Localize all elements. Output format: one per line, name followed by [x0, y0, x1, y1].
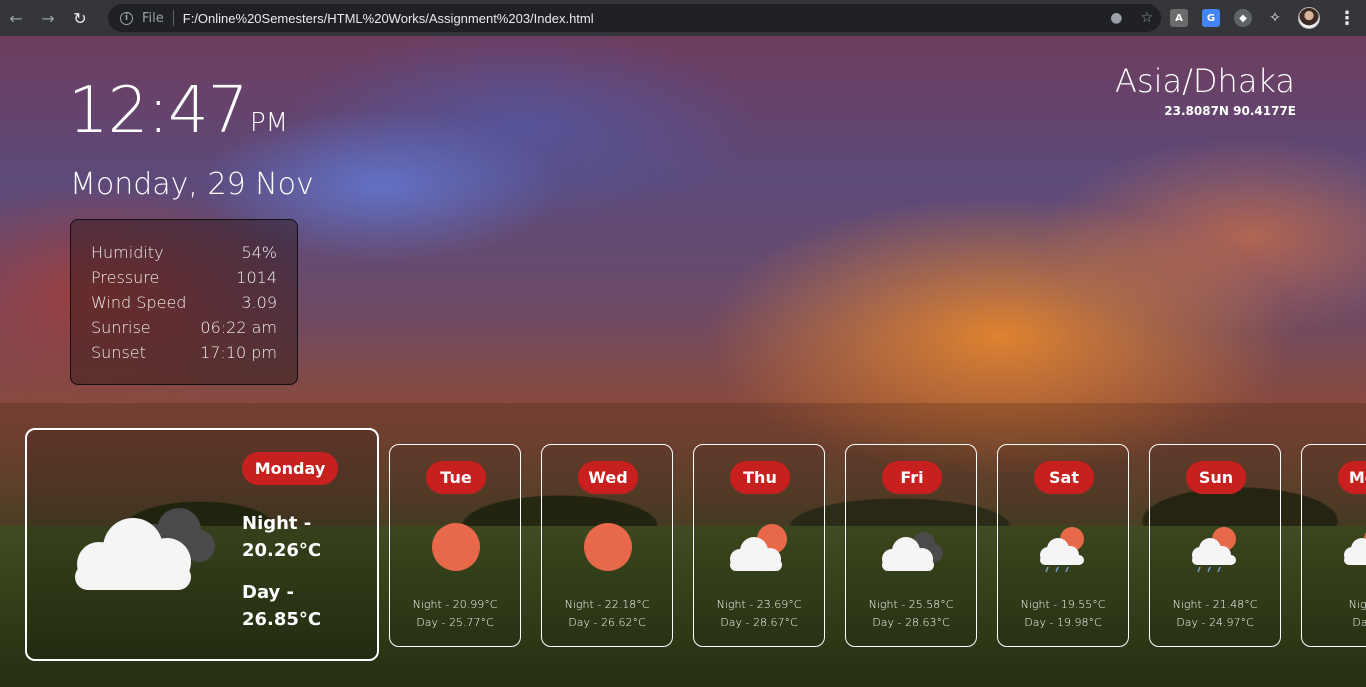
day-pill: Mon [1338, 461, 1366, 494]
forecast-card-fri: Fri Night - 25.58°C Day - 28.63°C [845, 444, 977, 647]
forecast-temps: Night - 22.18°C Day - 26.62°C [542, 596, 672, 632]
rain-icon [1344, 532, 1366, 565]
night-temp: Night - 21.48°C [1172, 598, 1258, 611]
today-day-temp: Day - 26.85°C [242, 582, 322, 630]
day-pill: Thu [730, 461, 790, 494]
profile-avatar[interactable] [1298, 7, 1320, 29]
bookmark-star-icon[interactable]: ☆ [1140, 10, 1153, 26]
detail-label: Sunset [91, 343, 146, 362]
rain-icon [1192, 527, 1236, 573]
detail-label: Sunrise [91, 318, 151, 337]
forecast-temps: Night - 19.55°C Day - 19.98°C [998, 596, 1128, 632]
night-temp: Night - 23.69°C [716, 598, 802, 611]
location-pin-icon[interactable]: ● [1110, 10, 1122, 26]
day-temp: Day - 26.62°C [568, 616, 646, 629]
forecast-temps: Night - Day - [1302, 596, 1366, 632]
day-temp: Day - 19.98°C [1024, 616, 1102, 629]
browser-toolbar: ← → ↻ i File F:/Online%20Semesters/HTML%… [0, 0, 1366, 36]
day-temp: Day - 24.97°C [1176, 616, 1254, 629]
scheme-label: File [142, 10, 164, 26]
day-pill: Wed [578, 461, 638, 494]
day-temp: Day - 28.67°C [720, 616, 798, 629]
day-pill: Sat [1034, 461, 1094, 494]
forecast-card-thu: Thu Night - 23.69°C Day - 28.67°C [693, 444, 825, 647]
cloudy-icon [75, 508, 215, 590]
forecast-temps: Night - 25.58°C Day - 28.63°C [846, 596, 976, 632]
reload-button[interactable]: ↻ [64, 0, 96, 36]
detail-pressure: Pressure 1014 [91, 265, 277, 290]
night-temp: Night - [1348, 598, 1366, 611]
day-pill: Tue [426, 461, 486, 494]
day-pill: Sun [1186, 461, 1246, 494]
day-temp: Day - 25.77°C [416, 616, 494, 629]
today-forecast-card: Monday Night - 20.26°C Day - 26.85°C [25, 428, 379, 661]
current-date: Monday, 29 Nov [70, 167, 314, 202]
clock-ampm: PM [250, 108, 289, 138]
day-temp: Day - 28.63°C [872, 616, 950, 629]
pdf-extension-icon[interactable]: A [1170, 9, 1188, 27]
weather-details-panel: Humidity 54% Pressure 1014 Wind Speed 3.… [70, 219, 298, 385]
back-button[interactable]: ← [0, 0, 32, 36]
coordinates-label: 23.8087N 90.4177E [1164, 104, 1296, 118]
forecast-temps: Night - 21.48°C Day - 24.97°C [1150, 596, 1280, 632]
sun-icon [432, 523, 480, 571]
rain-icon [1040, 527, 1084, 573]
detail-value: 3.09 [241, 293, 277, 312]
forecast-temps: Night - 23.69°C Day - 28.67°C [694, 596, 824, 632]
cloudy-icon [882, 532, 943, 571]
forecast-temps: Night - 20.99°C Day - 25.77°C [390, 596, 520, 632]
night-temp: Night - 25.58°C [868, 598, 954, 611]
address-bar[interactable]: i File F:/Online%20Semesters/HTML%20Work… [108, 4, 1161, 32]
detail-wind-speed: Wind Speed 3.09 [91, 290, 277, 315]
night-temp: Night - 20.99°C [412, 598, 498, 611]
forecast-card-tue: Tue Night - 20.99°C Day - 25.77°C [389, 444, 521, 647]
forecast-card-sun: Sun Night - 21.48°C Day - 24.97°C [1149, 444, 1281, 647]
detail-label: Wind Speed [91, 293, 187, 312]
url-text[interactable]: F:/Online%20Semesters/HTML%20Works/Assig… [183, 11, 594, 26]
day-temp: Day - [1352, 616, 1366, 629]
detail-sunset: Sunset 17:10 pm [91, 340, 277, 365]
today-night-temp: Night - 20.26°C [242, 513, 322, 561]
detail-value: 17:10 pm [200, 343, 277, 362]
forecast-card-mon: Mon Night - Day - [1301, 444, 1366, 647]
forecast-card-sat: Sat Night - 19.55°C Day - 19.98°C [997, 444, 1129, 647]
timezone-label: Asia/Dhaka [1115, 62, 1295, 100]
chrome-menu-icon[interactable]: ⋮ [1338, 8, 1356, 29]
detail-sunrise: Sunrise 06:22 am [91, 315, 277, 340]
shield-extension-icon[interactable]: ◆ [1234, 9, 1252, 27]
forward-button[interactable]: → [32, 0, 64, 36]
day-pill: Fri [882, 461, 942, 494]
forecast-card-wed: Wed Night - 22.18°C Day - 26.62°C [541, 444, 673, 647]
sun-icon [584, 523, 632, 571]
info-icon[interactable]: i [120, 11, 133, 25]
partly-cloudy-icon [730, 524, 787, 571]
clock-time: 12:47 [68, 74, 248, 148]
detail-humidity: Humidity 54% [91, 240, 277, 265]
detail-label: Humidity [91, 243, 164, 262]
night-temp: Night - 19.55°C [1020, 598, 1106, 611]
detail-label: Pressure [91, 268, 160, 287]
separator [172, 10, 174, 26]
weather-page: 12:47 PM Monday, 29 Nov Humidity 54% Pre… [0, 36, 1366, 687]
today-day-pill: Monday [242, 452, 338, 485]
night-temp: Night - 22.18°C [564, 598, 650, 611]
detail-value: 06:22 am [200, 318, 277, 337]
detail-value: 1014 [236, 268, 277, 287]
extensions-puzzle-icon[interactable]: ✧ [1266, 9, 1284, 27]
translate-extension-icon[interactable]: G [1202, 9, 1220, 27]
today-temps: Night - 20.26°C Day - 26.85°C [242, 510, 322, 633]
detail-value: 54% [241, 243, 277, 262]
